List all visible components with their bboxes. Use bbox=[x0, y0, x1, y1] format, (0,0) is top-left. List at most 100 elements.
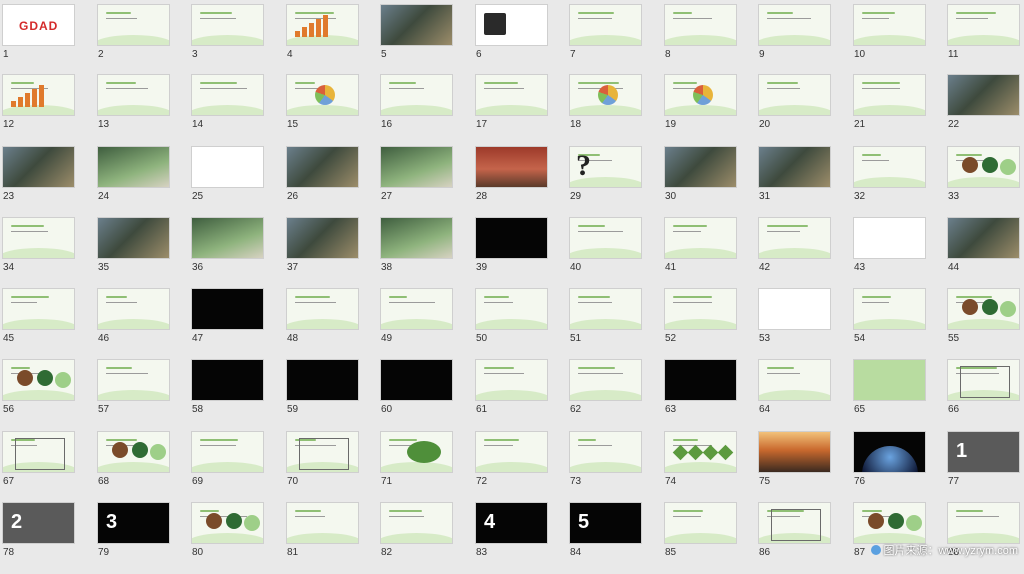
slide-thumbnail[interactable]: 4 bbox=[284, 4, 378, 76]
slide-thumbnail[interactable]: 81 bbox=[284, 502, 378, 574]
slide-thumbnail[interactable]: 18 bbox=[567, 74, 661, 146]
slide-thumbnail[interactable]: 56 bbox=[0, 359, 94, 431]
slide-thumbnail[interactable]: 8 bbox=[662, 4, 756, 76]
slide-thumbnail[interactable]: 68 bbox=[95, 431, 189, 503]
slide-thumbnail[interactable]: 25 bbox=[189, 146, 283, 218]
slide-thumbnail[interactable]: 7 bbox=[567, 4, 661, 76]
slide-preview: 1 bbox=[947, 431, 1020, 473]
slide-thumbnail[interactable]: 88 bbox=[945, 502, 1024, 574]
slide-thumbnail[interactable]: 32 bbox=[851, 146, 945, 218]
slide-thumbnail[interactable]: 59 bbox=[284, 359, 378, 431]
slide-thumbnail[interactable]: 14 bbox=[189, 74, 283, 146]
slide-thumbnail[interactable]: 24 bbox=[95, 146, 189, 218]
slide-thumbnail[interactable]: 36 bbox=[189, 217, 283, 289]
slide-thumbnail[interactable]: 40 bbox=[567, 217, 661, 289]
slide-thumbnail[interactable]: 57 bbox=[95, 359, 189, 431]
slide-thumbnail[interactable]: 63 bbox=[662, 359, 756, 431]
slide-thumbnail[interactable]: 48 bbox=[284, 288, 378, 360]
slide-thumbnail[interactable]: 82 bbox=[378, 502, 472, 574]
slide-number: 7 bbox=[570, 49, 576, 60]
slide-thumbnail[interactable]: 76 bbox=[851, 431, 945, 503]
slide-thumbnail[interactable]: 2 78 bbox=[0, 502, 94, 574]
slide-preview bbox=[569, 431, 642, 473]
slide-preview bbox=[286, 502, 359, 544]
slide-thumbnail[interactable]: 34 bbox=[0, 217, 94, 289]
slide-thumbnail[interactable]: 2 bbox=[95, 4, 189, 76]
slide-thumbnail[interactable]: 54 bbox=[851, 288, 945, 360]
slide-thumbnail[interactable]: 53 bbox=[756, 288, 850, 360]
slide-thumbnail[interactable]: 71 bbox=[378, 431, 472, 503]
slide-thumbnail[interactable]: 75 bbox=[756, 431, 850, 503]
slide-thumbnail[interactable]: 19 bbox=[662, 74, 756, 146]
slide-thumbnail[interactable]: 22 bbox=[945, 74, 1024, 146]
slide-thumbnail[interactable]: 58 bbox=[189, 359, 283, 431]
slide-thumbnail[interactable]: 1 77 bbox=[945, 431, 1024, 503]
slide-thumbnail[interactable]: GDAD 1 bbox=[0, 4, 94, 76]
slide-thumbnail[interactable]: 72 bbox=[473, 431, 567, 503]
slide-thumbnail[interactable]: 15 bbox=[284, 74, 378, 146]
slide-thumbnail[interactable]: 20 bbox=[756, 74, 850, 146]
slide-thumbnail[interactable]: 33 bbox=[945, 146, 1024, 218]
slide-thumbnail[interactable]: 62 bbox=[567, 359, 661, 431]
slide-number: 50 bbox=[476, 333, 488, 344]
slide-thumbnail[interactable]: 5 84 bbox=[567, 502, 661, 574]
slide-thumbnail[interactable]: 28 bbox=[473, 146, 567, 218]
slide-thumbnail[interactable]: 12 bbox=[0, 74, 94, 146]
slide-thumbnail[interactable]: 38 bbox=[378, 217, 472, 289]
slide-thumbnail[interactable]: 50 bbox=[473, 288, 567, 360]
slide-thumbnail[interactable]: 85 bbox=[662, 502, 756, 574]
slide-thumbnail[interactable]: 64 bbox=[756, 359, 850, 431]
slide-number: 35 bbox=[98, 262, 110, 273]
slide-thumbnail[interactable]: 46 bbox=[95, 288, 189, 360]
slide-thumbnail[interactable]: 43 bbox=[851, 217, 945, 289]
slide-thumbnail[interactable]: 55 bbox=[945, 288, 1024, 360]
slide-number: 37 bbox=[287, 262, 299, 273]
slide-thumbnail[interactable]: 39 bbox=[473, 217, 567, 289]
slide-thumbnail[interactable]: 11 bbox=[945, 4, 1024, 76]
slide-thumbnail[interactable]: 74 bbox=[662, 431, 756, 503]
slide-thumbnail[interactable]: 67 bbox=[0, 431, 94, 503]
slide-thumbnail[interactable]: 4 83 bbox=[473, 502, 567, 574]
slide-thumbnail[interactable]: 3 79 bbox=[95, 502, 189, 574]
slide-number: 17 bbox=[476, 119, 488, 130]
slide-thumbnail[interactable]: 3 bbox=[189, 4, 283, 76]
slide-thumbnail[interactable]: 44 bbox=[945, 217, 1024, 289]
slide-thumbnail[interactable]: 52 bbox=[662, 288, 756, 360]
slide-thumbnail[interactable]: 30 bbox=[662, 146, 756, 218]
slide-thumbnail[interactable]: 13 bbox=[95, 74, 189, 146]
slide-thumbnail[interactable]: 87 bbox=[851, 502, 945, 574]
slide-thumbnail[interactable]: 21 bbox=[851, 74, 945, 146]
slide-thumbnail[interactable]: 23 bbox=[0, 146, 94, 218]
slide-preview bbox=[191, 288, 264, 330]
slide-thumbnail[interactable]: 61 bbox=[473, 359, 567, 431]
slide-thumbnail[interactable]: 6 bbox=[473, 4, 567, 76]
slide-thumbnail[interactable]: 31 bbox=[756, 146, 850, 218]
slide-thumbnail[interactable]: 41 bbox=[662, 217, 756, 289]
slide-thumbnail[interactable]: 27 bbox=[378, 146, 472, 218]
slide-thumbnail[interactable]: 17 bbox=[473, 74, 567, 146]
slide-thumbnail[interactable]: 70 bbox=[284, 431, 378, 503]
slide-thumbnail[interactable]: 16 bbox=[378, 74, 472, 146]
slide-thumbnail[interactable]: 65 bbox=[851, 359, 945, 431]
slide-thumbnail[interactable]: 35 bbox=[95, 217, 189, 289]
slide-thumbnail[interactable]: 86 bbox=[756, 502, 850, 574]
slide-thumbnail[interactable]: 49 bbox=[378, 288, 472, 360]
slide-thumbnail[interactable]: 80 bbox=[189, 502, 283, 574]
slide-thumbnail[interactable]: 66 bbox=[945, 359, 1024, 431]
slide-preview bbox=[380, 146, 453, 188]
slide-thumbnail[interactable]: 9 bbox=[756, 4, 850, 76]
slide-thumbnail[interactable]: 51 bbox=[567, 288, 661, 360]
slide-thumbnail[interactable]: 42 bbox=[756, 217, 850, 289]
slide-thumbnail[interactable]: ? 29 bbox=[567, 146, 661, 218]
slide-number: 71 bbox=[381, 476, 393, 487]
slide-thumbnail[interactable]: 60 bbox=[378, 359, 472, 431]
slide-thumbnail[interactable]: 73 bbox=[567, 431, 661, 503]
slide-thumbnail[interactable]: 26 bbox=[284, 146, 378, 218]
slide-thumbnail[interactable]: 69 bbox=[189, 431, 283, 503]
slide-thumbnail[interactable]: 47 bbox=[189, 288, 283, 360]
slide-thumbnail[interactable]: 45 bbox=[0, 288, 94, 360]
slide-thumbnail[interactable]: 37 bbox=[284, 217, 378, 289]
slide-thumbnail[interactable]: 10 bbox=[851, 4, 945, 76]
slide-thumbnail[interactable]: 5 bbox=[378, 4, 472, 76]
slide-preview bbox=[286, 288, 359, 330]
